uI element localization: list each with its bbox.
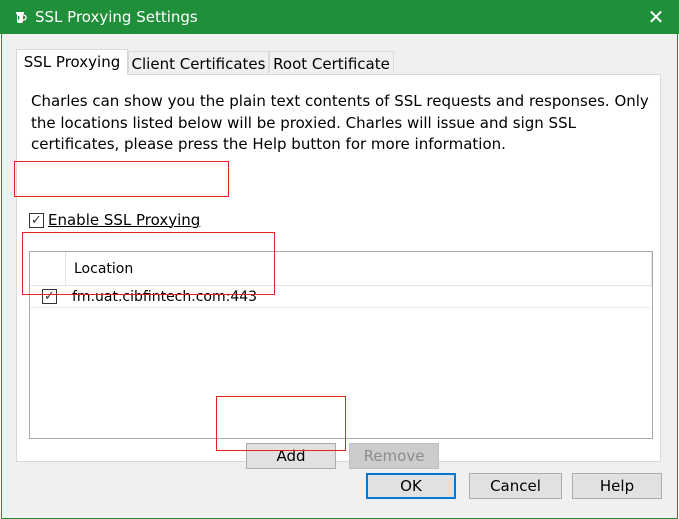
close-button[interactable]: ✕ <box>633 0 679 34</box>
cancel-button[interactable]: Cancel <box>469 473 562 499</box>
tab-ssl-proxying[interactable]: SSL Proxying <box>16 49 128 75</box>
checkmark-icon: ✓ <box>44 289 55 304</box>
dialog-body: SSL Proxying Client Certificates Root Ce… <box>1 34 678 519</box>
charles-jug-icon <box>16 12 27 23</box>
ssl-proxying-panel: Charles can show you the plain text cont… <box>16 74 661 469</box>
enabled-column-header[interactable] <box>30 252 66 285</box>
column-divider <box>651 252 652 285</box>
table-row[interactable]: ✓ fm.uat.cibfintech.com:443 <box>30 286 652 308</box>
locations-table[interactable]: Location ✓ fm.uat.cibfintech.com:443 <box>29 251 653 439</box>
close-icon: ✕ <box>647 5 665 29</box>
tab-label: Root Certificate <box>273 55 390 73</box>
help-button[interactable]: Help <box>572 473 662 499</box>
location-enabled-checkbox[interactable]: ✓ <box>42 289 57 304</box>
title-bar: SSL Proxying Settings ✕ <box>0 0 679 34</box>
remove-button[interactable]: Remove <box>349 443 439 469</box>
tab-label: SSL Proxying <box>23 53 121 71</box>
location-cell: fm.uat.cibfintech.com:443 <box>72 289 258 305</box>
window-title: SSL Proxying Settings <box>35 8 198 26</box>
table-header: Location <box>30 252 652 286</box>
add-button[interactable]: Add <box>246 443 336 469</box>
tab-client-certificates[interactable]: Client Certificates <box>128 51 269 73</box>
ok-button[interactable]: OK <box>366 473 456 499</box>
enable-ssl-proxying-label[interactable]: Enable SSL Proxying <box>48 210 200 230</box>
checkmark-icon: ✓ <box>31 213 42 228</box>
tab-label: Client Certificates <box>131 55 266 73</box>
description-text: Charles can show you the plain text cont… <box>31 92 649 153</box>
location-column-header[interactable]: Location <box>74 252 133 286</box>
tab-root-certificate[interactable]: Root Certificate <box>269 51 394 73</box>
enable-ssl-proxying-checkbox[interactable]: ✓ <box>29 213 44 228</box>
